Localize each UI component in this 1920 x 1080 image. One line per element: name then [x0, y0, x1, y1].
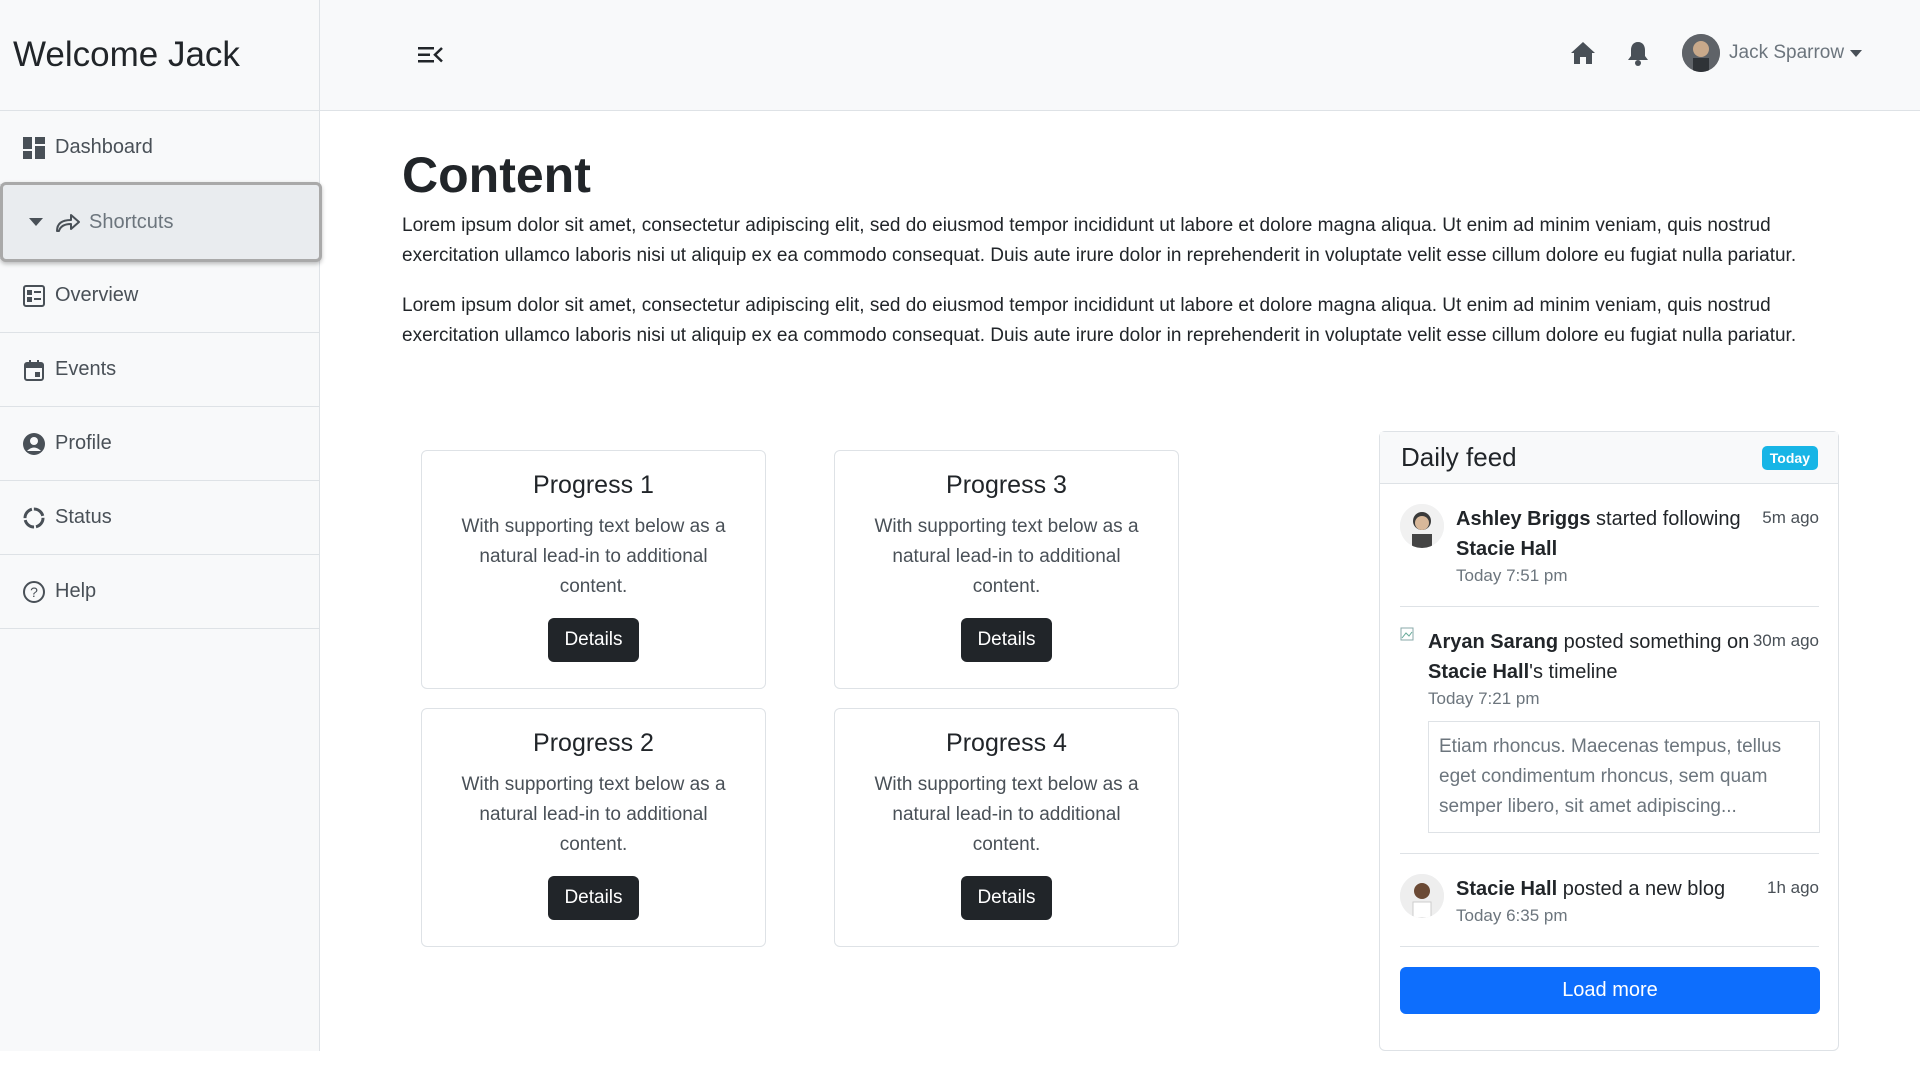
card-title: Progress 4: [946, 729, 1067, 757]
sidebar-item-label: Help: [55, 580, 97, 602]
feed-header: Daily feed Today: [1380, 432, 1838, 484]
sidebar: Welcome Jack Dashboard Overview Events P…: [0, 0, 320, 1051]
card-text: With supporting text below as a natural …: [874, 516, 1139, 597]
feed-ago: 30m ago: [1752, 631, 1819, 650]
home-icon[interactable]: [1570, 41, 1596, 70]
sidebar-item-status[interactable]: Status: [0, 481, 319, 555]
card-text: With supporting text below as a natural …: [461, 516, 726, 597]
progress-card: Progress 3 With supporting text below as…: [834, 450, 1179, 689]
progress-card: Progress 1 With supporting text below as…: [421, 450, 766, 689]
avatar: [1682, 34, 1720, 72]
feed-actor[interactable]: Aryan Sarang: [1428, 631, 1558, 653]
user-menu[interactable]: Jack Sparrow: [1682, 34, 1863, 72]
details-button[interactable]: Details: [961, 618, 1052, 662]
svg-text:?: ?: [30, 584, 38, 600]
sidebar-item-dashboard[interactable]: Dashboard: [0, 111, 319, 185]
status-ring-icon: [22, 506, 46, 530]
sidebar-item-help[interactable]: ? Help: [0, 555, 319, 629]
card-title: Progress 3: [946, 471, 1067, 499]
feed-text: Ashley Briggs started following Stacie H…: [1456, 504, 1756, 564]
progress-card: Progress 4 With supporting text below as…: [834, 708, 1179, 947]
chevron-down-icon: [1850, 49, 1863, 57]
feed-target[interactable]: Stacie Hall: [1428, 661, 1529, 683]
user-circle-icon: [22, 432, 46, 456]
feed-text: Stacie Hall posted a new blog: [1456, 874, 1756, 904]
card-title: Progress 2: [533, 729, 654, 757]
feed-action: posted something on: [1558, 631, 1750, 653]
sidebar-item-label: Status: [55, 506, 112, 528]
overview-icon: [22, 284, 46, 308]
card-title: Progress 1: [533, 471, 654, 499]
sidebar-item-label: Profile: [55, 432, 112, 454]
details-button[interactable]: Details: [548, 618, 639, 662]
progress-cards: Progress 1 With supporting text below as…: [421, 450, 1181, 950]
sidebar-item-overview[interactable]: Overview: [0, 259, 319, 333]
share-arrow-icon: [55, 212, 81, 232]
feed-timestamp: Today 6:35 pm: [1456, 906, 1568, 925]
feed-action: started following: [1590, 508, 1741, 530]
sidebar-item-label: Overview: [55, 284, 139, 306]
paragraph: Lorem ipsum dolor sit amet, consectetur …: [402, 215, 1797, 266]
feed-text: Aryan Sarang posted something on Stacie …: [1428, 627, 1758, 687]
feed-title: Daily feed: [1401, 442, 1517, 472]
feed-timestamp: Today 7:51 pm: [1456, 566, 1568, 585]
main-content: Content Lorem ipsum dolor sit amet, cons…: [402, 111, 1842, 351]
sidebar-item-profile[interactable]: Profile: [0, 407, 319, 481]
page-title: Content: [402, 147, 591, 203]
feed-timestamp: Today 7:21 pm: [1428, 689, 1540, 708]
status-badge: Today: [1761, 445, 1818, 470]
sidebar-item-label: Dashboard: [55, 136, 153, 158]
top-bar: Jack Sparrow: [320, 0, 1920, 111]
chevron-down-icon: [29, 218, 43, 226]
feed-ago: 1h ago: [1767, 878, 1819, 897]
sidebar-item-shortcuts[interactable]: Shortcuts: [0, 182, 322, 262]
sidebar-item-events[interactable]: Events: [0, 333, 319, 407]
progress-card: Progress 2 With supporting text below as…: [421, 708, 766, 947]
details-button[interactable]: Details: [961, 876, 1052, 920]
bell-icon[interactable]: [1626, 40, 1650, 71]
details-button[interactable]: Details: [548, 876, 639, 920]
feed-actor[interactable]: Ashley Briggs: [1456, 508, 1590, 530]
dashboard-icon: [22, 136, 46, 160]
calendar-icon: [22, 358, 46, 382]
avatar: [1400, 504, 1444, 548]
feed-ago: 5m ago: [1762, 508, 1819, 527]
feed-body: Ashley Briggs started following Stacie H…: [1380, 484, 1838, 1014]
feed-target[interactable]: Stacie Hall: [1456, 538, 1557, 560]
card-text: With supporting text below as a natural …: [874, 774, 1139, 855]
help-circle-icon: ?: [22, 580, 46, 604]
feed-quote: Etiam rhoncus. Maecenas tempus, tellus e…: [1428, 721, 1820, 833]
feed-action: posted a new blog: [1557, 878, 1726, 900]
feed-entry: Stacie Hall posted a new blog Today 6:35…: [1400, 854, 1819, 947]
load-more-button[interactable]: Load more: [1400, 967, 1820, 1014]
brand-title: Welcome Jack: [0, 0, 319, 111]
broken-image-icon: [1400, 627, 1416, 833]
card-text: With supporting text below as a natural …: [461, 774, 726, 855]
sidebar-item-label: Shortcuts: [89, 210, 174, 233]
user-name: Jack Sparrow: [1729, 42, 1845, 63]
daily-feed-panel: Daily feed Today Ashley Briggs started f…: [1379, 431, 1839, 1051]
paragraph: Lorem ipsum dolor sit amet, consectetur …: [402, 295, 1797, 346]
feed-actor[interactable]: Stacie Hall: [1456, 878, 1557, 900]
avatar: [1400, 874, 1444, 918]
sidebar-item-label: Events: [55, 358, 117, 380]
feed-suffix: 's timeline: [1529, 661, 1618, 683]
feed-entry: Ashley Briggs started following Stacie H…: [1400, 484, 1819, 607]
feed-entry: Aryan Sarang posted something on Stacie …: [1400, 607, 1820, 854]
menu-toggle-icon[interactable]: [418, 45, 444, 65]
